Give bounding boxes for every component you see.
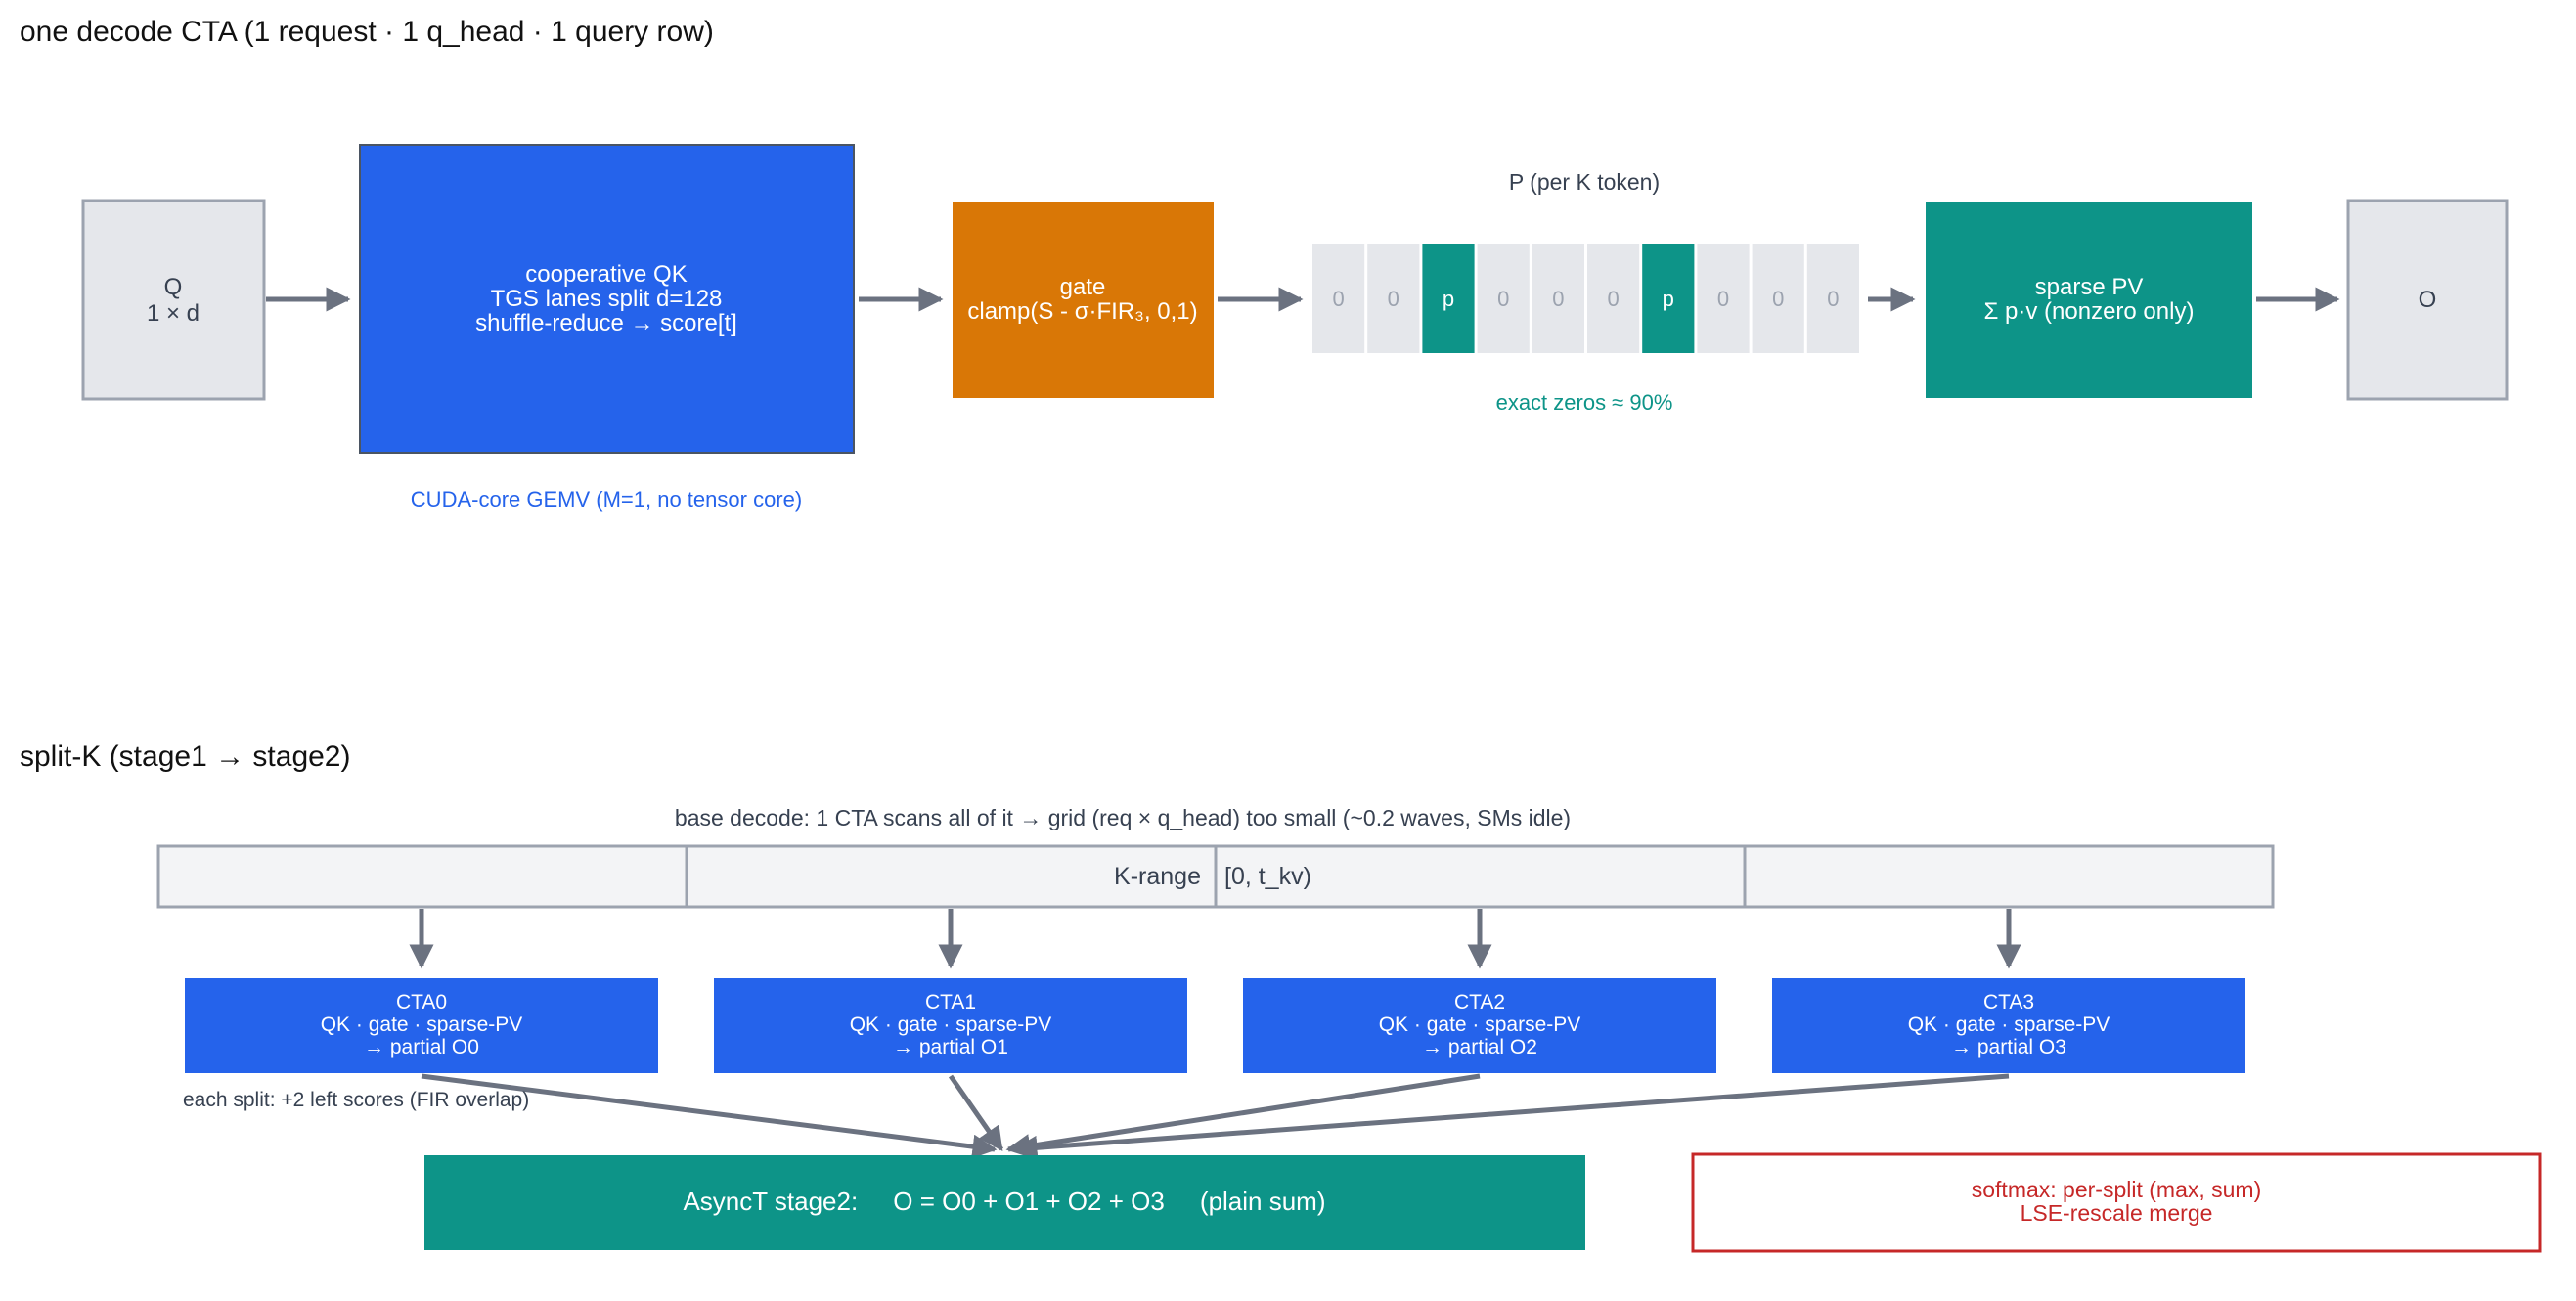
cta-box-1: CTA1QK · gate · sparse-PV→ partial O1 — [714, 978, 1187, 1073]
cta-line: → partial O2 — [1422, 1036, 1537, 1058]
p-cell: 0 — [1367, 244, 1420, 353]
p-cell: 0 — [1752, 244, 1804, 353]
p-cell: 0 — [1312, 244, 1365, 353]
p-cell-value: p — [1663, 287, 1674, 311]
cta-box-2: CTA2QK · gate · sparse-PV→ partial O2 — [1243, 978, 1716, 1073]
qk-box-line-3: shuffle-reduce → score[t] — [475, 310, 737, 336]
p-cell-value: 0 — [1827, 287, 1839, 311]
qk-box: cooperative QK TGS lanes split d=128 shu… — [359, 144, 855, 454]
base-decode-note: base decode: 1 CTA scans all of it → gri… — [675, 805, 1571, 830]
cta-line: QK · gate · sparse-PV — [1379, 1013, 1581, 1036]
k-range-label: K-range — [1114, 863, 1201, 890]
cta-line: → partial O3 — [1951, 1036, 2066, 1058]
cta-line: QK · gate · sparse-PV — [321, 1013, 523, 1036]
p-cell: 0 — [1477, 244, 1530, 353]
sparse-pv-line-1: sparse PV — [2035, 274, 2144, 300]
cta-line: CTA3 — [1983, 991, 2034, 1013]
cta-box-0: CTA0QK · gate · sparse-PV→ partial O0 — [185, 978, 658, 1073]
p-cell-value: 0 — [1607, 287, 1619, 311]
p-vector: 0 0 p 0 0 0 p 0 0 0 — [1312, 244, 1859, 353]
q-box: Q 1 × d — [81, 199, 266, 401]
k-range-bar: K-range [0, t_kv) — [156, 844, 2275, 909]
stage2-text: AsyncT stage2: O = O0 + O1 + O2 + O3 (pl… — [683, 1187, 1325, 1216]
cta-box-3: CTA3QK · gate · sparse-PV→ partial O3 — [1772, 978, 2245, 1073]
p-cell: 0 — [1697, 244, 1750, 353]
arrow-cta-to-stage2 — [948, 1074, 1004, 1152]
p-cell: 0 — [1587, 244, 1640, 353]
p-cell-value: p — [1443, 287, 1454, 311]
p-cell: 0 — [1806, 244, 1859, 353]
q-box-line-2: 1 × d — [147, 300, 200, 327]
cta-line: CTA1 — [925, 991, 976, 1013]
diagram-canvas: one decode CTA (1 request · 1 q_head · 1… — [20, 16, 2542, 1253]
softmax-box: softmax: per-split (max, sum) LSE-rescal… — [1691, 1152, 2542, 1253]
p-cell: p — [1642, 244, 1695, 353]
cta-group: CTA0QK · gate · sparse-PV→ partial O0CTA… — [185, 909, 2245, 1160]
stage2-box: AsyncT stage2: O = O0 + O1 + O2 + O3 (pl… — [424, 1155, 1585, 1250]
overlap-note: each split: +2 left scores (FIR overlap) — [183, 1089, 529, 1111]
cta-line: QK · gate · sparse-PV — [850, 1013, 1052, 1036]
o-box-line-1: O — [2419, 287, 2437, 313]
arrow-cta-to-stage2 — [421, 1073, 998, 1159]
softmax-line-2: LSE-rescale merge — [2021, 1200, 2213, 1226]
gate-box-line-1: gate — [1060, 274, 1106, 300]
section2-title: split-K (stage1 → stage2) — [20, 740, 350, 773]
gate-box: gate clamp(S - σ·FIR₃, 0,1) — [953, 202, 1214, 398]
qk-box-line-2: TGS lanes split d=128 — [491, 286, 723, 312]
p-cell-value: 0 — [1388, 287, 1399, 311]
softmax-line-1: softmax: per-split (max, sum) — [1972, 1177, 2262, 1202]
p-vector-caption: exact zeros ≈ 90% — [1496, 390, 1673, 415]
qk-caption: CUDA-core GEMV (M=1, no tensor core) — [411, 487, 802, 512]
p-cell-value: 0 — [1552, 287, 1564, 311]
section1-title: one decode CTA (1 request · 1 q_head · 1… — [20, 16, 714, 48]
cta-line: → partial O1 — [893, 1036, 1008, 1058]
p-vector-label: P (per K token) — [1509, 169, 1660, 195]
p-cell: 0 — [1532, 244, 1584, 353]
cta-line: CTA0 — [396, 991, 447, 1013]
q-box-line-1: Q — [164, 274, 183, 300]
sparse-pv-box: sparse PV Σ p·v (nonzero only) — [1926, 202, 2252, 398]
sparse-pv-line-2: Σ p·v (nonzero only) — [1984, 298, 2195, 325]
p-cell: p — [1422, 244, 1475, 353]
p-cell-value: 0 — [1717, 287, 1729, 311]
k-range-value: [0, t_kv) — [1224, 863, 1311, 890]
cta-line: → partial O0 — [364, 1036, 479, 1058]
o-box: O — [2346, 199, 2509, 401]
gate-box-line-2: clamp(S - σ·FIR₃, 0,1) — [967, 298, 1197, 325]
p-cell-value: 0 — [1332, 287, 1344, 311]
cta-line: QK · gate · sparse-PV — [1908, 1013, 2110, 1036]
p-cell-value: 0 — [1497, 287, 1509, 311]
qk-box-line-1: cooperative QK — [525, 261, 687, 288]
arrow-cta-to-stage2 — [1005, 1073, 1481, 1158]
p-cell-value: 0 — [1772, 287, 1784, 311]
arrow-cta-to-stage2 — [1012, 1073, 2010, 1160]
cta-line: CTA2 — [1454, 991, 1505, 1013]
